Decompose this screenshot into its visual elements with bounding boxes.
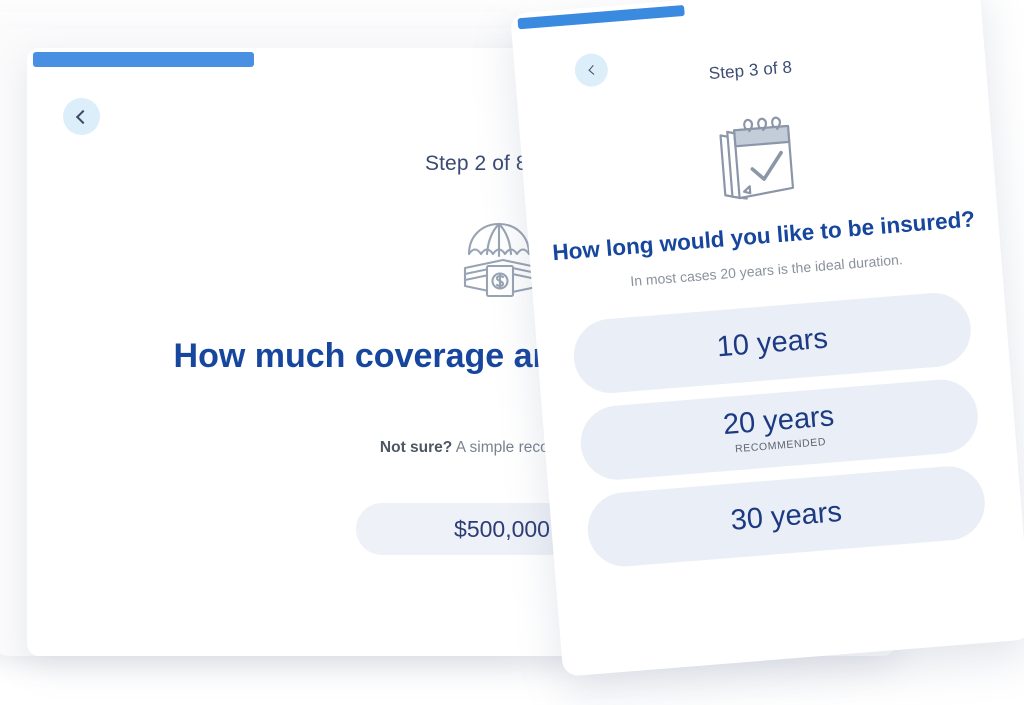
step-indicator: Step 2 of 8 — [425, 152, 528, 175]
progress-accent-bar — [33, 52, 254, 67]
coverage-option-label: $500,000 — [454, 515, 550, 542]
screenshot-stage: Step 2 of 8 How much coverage are you lo… — [0, 0, 1024, 705]
duration-option-30-years[interactable]: 30 years — [584, 463, 988, 570]
chevron-left-icon — [75, 109, 91, 124]
duration-step-card: Step 3 of 8 How long would you like to b… — [510, 0, 1024, 677]
recommended-badge: RECOMMENDED — [734, 435, 827, 456]
duration-step-card-wrapper: Step 3 of 8 How long would you like to b… — [510, 0, 1024, 677]
back-button[interactable] — [63, 98, 100, 135]
duration-options-list: 10 years 20 years RECOMMENDED 30 years — [570, 290, 989, 582]
progress-accent-bar — [517, 4, 685, 30]
duration-option-10-years[interactable]: 10 years — [570, 290, 974, 396]
page-subtitle-emphasis: Not sure? — [379, 439, 453, 456]
calendar-check-icon — [705, 103, 808, 206]
duration-option-20-years[interactable]: 20 years RECOMMENDED — [577, 376, 981, 483]
duration-option-label: 20 years — [721, 400, 836, 441]
duration-option-label: 30 years — [729, 495, 843, 537]
duration-option-label: 10 years — [715, 322, 829, 363]
